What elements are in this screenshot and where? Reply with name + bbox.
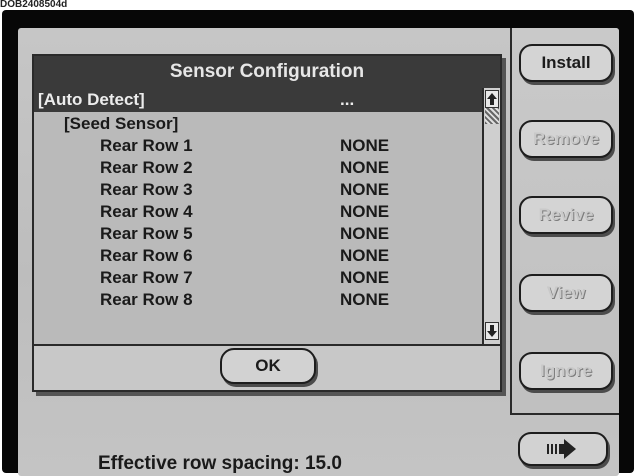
list-item[interactable]: Rear Row 6 NONE — [34, 244, 482, 268]
list-item-label: Rear Row 1 — [100, 136, 193, 155]
list-item-value: NONE — [340, 290, 390, 309]
arrow-up-icon — [487, 93, 497, 105]
list-item[interactable]: Rear Row 1 NONE — [34, 134, 482, 158]
document-id: DOB2408504d — [0, 0, 68, 10]
list-item-label: Rear Row 7 — [100, 268, 193, 287]
list-item-label: Rear Row 6 — [100, 246, 193, 265]
scroll-thumb[interactable] — [485, 108, 499, 124]
list-item[interactable]: Rear Row 8 NONE — [34, 288, 482, 312]
arrow-down-icon — [487, 325, 497, 337]
row-spacing-status: Effective row spacing: 15.0 — [98, 453, 342, 474]
list-item-label: Rear Row 2 — [100, 158, 193, 177]
list-item-value: NONE — [340, 202, 390, 221]
list-item-auto-detect[interactable]: [Auto Detect] ... — [34, 88, 482, 112]
scroll-down-button[interactable] — [485, 322, 499, 340]
list-item-label: [Auto Detect] — [38, 90, 145, 109]
list-item-label: Rear Row 3 — [100, 180, 193, 199]
list-item-label: Rear Row 8 — [100, 290, 193, 309]
install-button[interactable]: Install — [519, 44, 613, 82]
list-item-value: NONE — [340, 136, 390, 155]
scroll-up-button[interactable] — [485, 90, 499, 108]
sensor-list: [Auto Detect] ... [Seed Sensor] Rear Row… — [34, 88, 500, 346]
list-item-value: NONE — [340, 268, 390, 287]
ignore-button[interactable]: Ignore — [519, 352, 613, 390]
action-button-panel: Install Remove Revive View Ignore — [510, 28, 619, 415]
list-item-value: NONE — [340, 246, 390, 265]
list-item[interactable]: Rear Row 2 NONE — [34, 156, 482, 180]
list-item-label: [Seed Sensor] — [64, 114, 179, 133]
list-item[interactable]: Rear Row 7 NONE — [34, 266, 482, 290]
ok-button[interactable]: OK — [220, 348, 316, 384]
list-item-label: Rear Row 4 — [100, 202, 193, 221]
next-page-icon — [547, 439, 576, 459]
list-item-value: NONE — [340, 158, 390, 177]
list-item-seed-sensor[interactable]: [Seed Sensor] — [34, 112, 482, 136]
list-item-value: NONE — [340, 180, 390, 199]
monitor-bezel: Install Remove Revive View Ignore Sensor… — [2, 10, 634, 476]
list-item-value: ... — [340, 90, 355, 109]
list-item[interactable]: Rear Row 4 NONE — [34, 200, 482, 224]
dialog-title: Sensor Configuration — [34, 56, 500, 88]
list-item[interactable]: Rear Row 5 NONE — [34, 222, 482, 246]
list-item-value: NONE — [340, 224, 390, 243]
view-button[interactable]: View — [519, 274, 613, 312]
remove-button[interactable]: Remove — [519, 120, 613, 158]
list-item-label: Rear Row 5 — [100, 224, 193, 243]
sensor-configuration-dialog: Sensor Configuration [Auto Detect] ... [… — [32, 54, 502, 392]
next-page-button[interactable] — [518, 432, 608, 466]
list-scrollbar[interactable] — [482, 88, 500, 344]
revive-button[interactable]: Revive — [519, 196, 613, 234]
list-item[interactable]: Rear Row 3 NONE — [34, 178, 482, 202]
display-screen: Install Remove Revive View Ignore Sensor… — [18, 28, 619, 476]
